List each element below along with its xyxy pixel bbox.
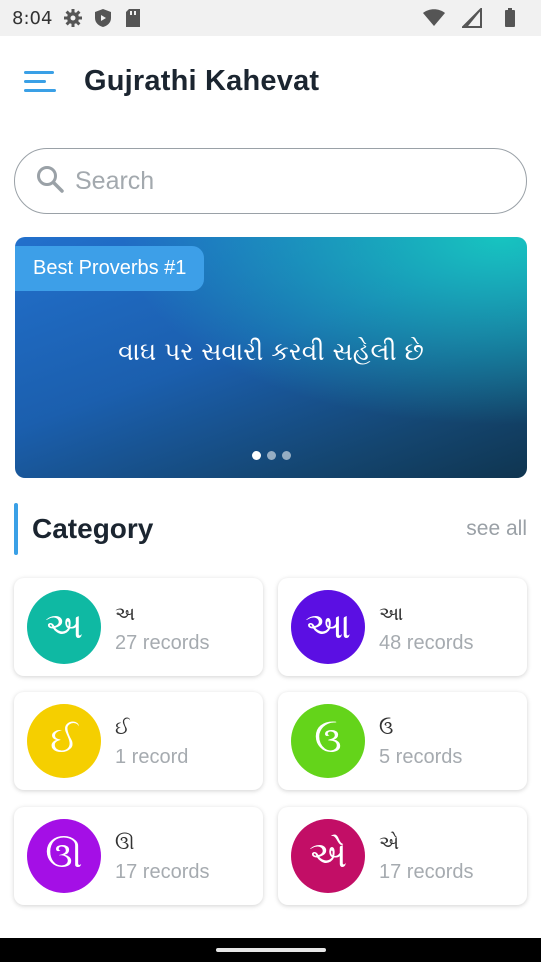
category-card[interactable]: અ અ 27 records [14, 578, 263, 676]
status-bar: 8:04 [0, 0, 541, 36]
category-record-count: 17 records [115, 860, 210, 883]
status-time: 8:04 [12, 7, 53, 29]
category-letter-badge: આ [291, 590, 365, 664]
system-navigation-bar [0, 938, 541, 962]
see-all-link[interactable]: see all [466, 517, 527, 541]
category-letter: આ [379, 602, 404, 625]
shield-icon [92, 7, 114, 29]
banner-proverb-text: વાઘ પર સવારી કરવી સહેલી છે [118, 337, 424, 366]
page-title: Gujrathi Kahevat [84, 64, 320, 97]
category-letter: ઊ [115, 831, 135, 854]
battery-icon [499, 7, 521, 29]
carousel-indicator [15, 451, 527, 460]
sd-card-icon [122, 7, 144, 29]
category-card[interactable]: આ આ 48 records [278, 578, 527, 676]
home-gesture-handle[interactable] [216, 948, 326, 952]
carousel-dot[interactable] [281, 451, 291, 460]
search-bar[interactable] [14, 148, 527, 214]
menu-icon[interactable] [24, 66, 58, 96]
category-letter-badge: ઈ [27, 704, 101, 778]
category-letter-badge: ઉ [291, 704, 365, 778]
category-record-count: 5 records [379, 745, 463, 768]
app-bar: Gujrathi Kahevat [0, 36, 541, 126]
category-card[interactable]: ઊ ઊ 17 records [14, 807, 263, 905]
carousel-dot[interactable] [251, 451, 261, 460]
category-letter: ઉ [379, 716, 394, 739]
category-record-count: 27 records [115, 631, 210, 654]
signal-icon [461, 7, 483, 29]
proverb-banner[interactable]: Best Proverbs #1 વાઘ પર સવારી કરવી સહેલી… [15, 237, 527, 478]
search-input[interactable] [75, 166, 495, 196]
category-letter-badge: ઊ [27, 819, 101, 893]
category-letter: ઈ [115, 716, 130, 739]
category-record-count: 48 records [379, 631, 474, 654]
category-header: Category see all [14, 503, 527, 555]
category-letter: એ [379, 831, 400, 854]
category-accent-bar [14, 503, 18, 555]
category-letter-badge: એ [291, 819, 365, 893]
search-icon [35, 164, 65, 199]
gear-icon [62, 7, 84, 29]
banner-badge: Best Proverbs #1 [15, 246, 205, 291]
category-card[interactable]: ઉ ઉ 5 records [278, 692, 527, 790]
category-record-count: 1 record [115, 745, 189, 768]
category-letter: અ [115, 602, 136, 625]
wifi-icon [423, 7, 445, 29]
category-title: Category [32, 513, 154, 544]
carousel-dot[interactable] [266, 451, 276, 460]
category-card[interactable]: ઈ ઈ 1 record [14, 692, 263, 790]
category-card[interactable]: એ એ 17 records [278, 807, 527, 905]
category-letter-badge: અ [27, 590, 101, 664]
category-record-count: 17 records [379, 860, 474, 883]
